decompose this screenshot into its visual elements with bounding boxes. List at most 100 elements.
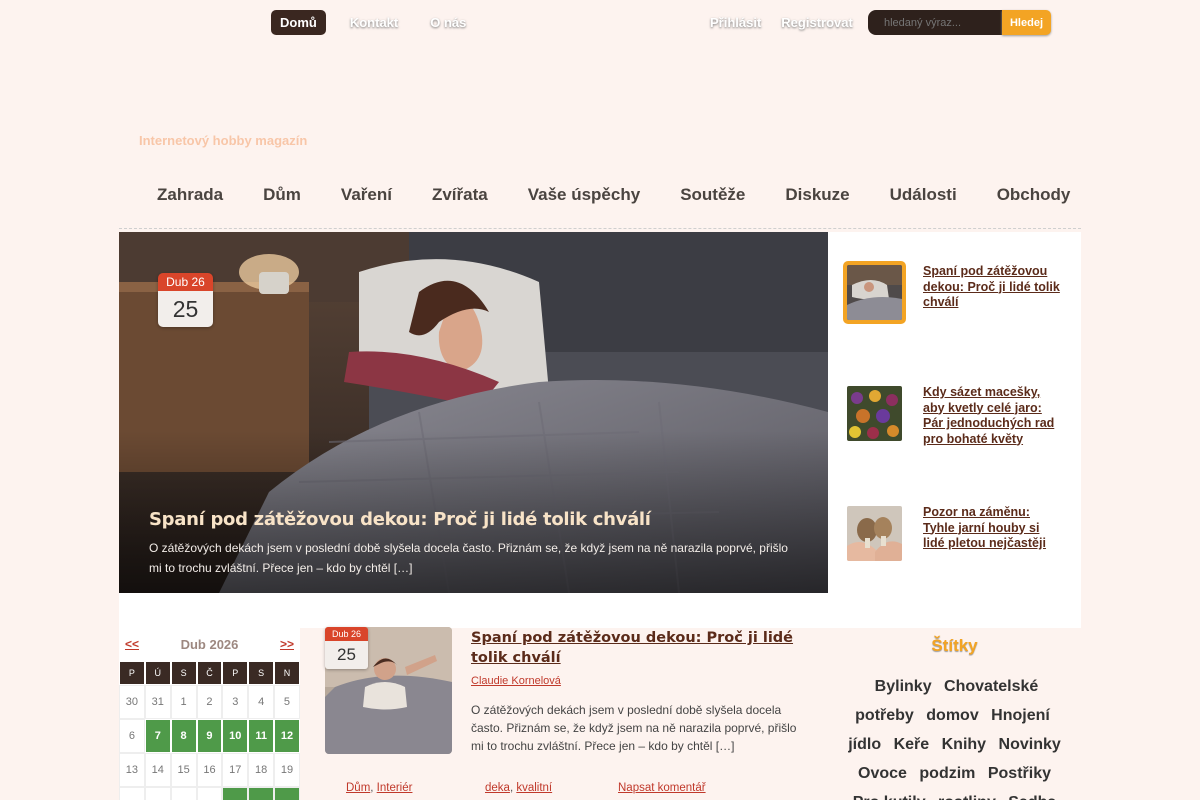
main-menu-item[interactable]: Diskuze bbox=[785, 185, 849, 228]
main-menu: Zahrada Dům Vaření Zvířata Vaše úspěchy Soutě… bbox=[119, 185, 1081, 229]
tag-cloud-link[interactable]: domov bbox=[926, 707, 978, 724]
calendar-day[interactable] bbox=[222, 787, 249, 800]
featured-title[interactable]: Kdy sázet macešky, aby kvetly celé jaro:… bbox=[923, 385, 1063, 447]
tag-link[interactable]: kvalitní bbox=[516, 782, 552, 794]
calendar-day: 18 bbox=[248, 753, 275, 787]
calendar-day[interactable] bbox=[274, 787, 300, 800]
calendar-day: 30 bbox=[119, 685, 145, 719]
main-menu-item[interactable]: Vaše úspěchy bbox=[528, 185, 640, 228]
hero-date-badge: Dub 26 25 bbox=[158, 273, 213, 327]
hero-bottom-strip bbox=[119, 593, 828, 628]
tag-cloud-link[interactable]: rostliny bbox=[938, 794, 996, 800]
calendar-month: Dub 2026 bbox=[180, 636, 239, 652]
tag-cloud-link[interactable]: jídlo bbox=[848, 736, 881, 753]
tag-cloud-link[interactable]: podzim bbox=[919, 765, 975, 782]
category-link[interactable]: Interiér bbox=[377, 782, 413, 794]
tags-widget: Štítky Bylinky Chovatelské potřeby domov… bbox=[828, 628, 1081, 800]
tag-cloud: Bylinky Chovatelské potřeby domov Hnojen… bbox=[828, 672, 1081, 800]
main-menu-item[interactable]: Obchody bbox=[997, 185, 1071, 228]
calendar-day: 19 bbox=[274, 753, 300, 787]
post-date-day: 25 bbox=[325, 641, 368, 669]
user-nav-item[interactable]: Registrovat bbox=[781, 15, 853, 30]
calendar-day bbox=[196, 787, 223, 800]
calendar-next-link[interactable]: >> bbox=[274, 637, 300, 651]
post-author-link[interactable]: Claudie Kornelová bbox=[471, 675, 561, 687]
calendar-day bbox=[144, 787, 171, 800]
post-date-badge: Dub 26 25 bbox=[325, 627, 368, 669]
main-menu-item[interactable]: Události bbox=[890, 185, 957, 228]
main-menu-item[interactable]: Soutěže bbox=[680, 185, 745, 228]
hero-title[interactable]: Spaní pod zátěžovou dekou: Proč ji lidé … bbox=[149, 509, 651, 530]
calendar-day: 4 bbox=[248, 685, 275, 719]
search-form: Hledej bbox=[868, 10, 1051, 35]
calendar-grid: P Ú S Č P S N 30 31 1 2 3 4 5 6 7 8 9 10 11 12 13 14 15 16 17 18 19 bbox=[119, 661, 300, 800]
calendar-day[interactable]: 7 bbox=[144, 719, 171, 753]
calendar-day: 15 bbox=[170, 753, 197, 787]
hero-excerpt: O zátěžových dekách jsem v poslední době… bbox=[149, 541, 788, 575]
calendar-day[interactable]: 11 bbox=[248, 719, 275, 753]
tag-cloud-link[interactable]: Pro kutily bbox=[853, 794, 926, 800]
user-nav-item[interactable]: Přihlásit bbox=[710, 15, 761, 30]
calendar-day: 6 bbox=[119, 719, 145, 753]
tag-cloud-link[interactable]: Keře bbox=[894, 736, 930, 753]
featured-item[interactable]: Spaní pod zátěžovou dekou: Proč ji lidé … bbox=[843, 261, 1063, 324]
tag-cloud-link[interactable]: Knihy bbox=[942, 736, 986, 753]
calendar-day bbox=[119, 787, 145, 800]
tags-title: Štítky bbox=[931, 636, 978, 655]
main-menu-item[interactable]: Dům bbox=[263, 185, 301, 228]
post-date-month: Dub 26 bbox=[325, 627, 368, 641]
top-nav-item[interactable]: O nás bbox=[430, 15, 466, 30]
calendar-weekday: Č bbox=[196, 661, 223, 685]
calendar-day bbox=[170, 787, 197, 800]
hero-date-day: 25 bbox=[158, 291, 213, 327]
user-nav: Přihlásit Registrovat bbox=[710, 15, 873, 30]
calendar-prev-link[interactable]: << bbox=[119, 637, 145, 651]
post-title[interactable]: Spaní pod zátěžovou dekou: Proč ji lidé … bbox=[471, 628, 801, 668]
featured-item[interactable]: Pozor na záměnu: Tyhle jarní houby si li… bbox=[843, 502, 1063, 565]
calendar-day: 3 bbox=[222, 685, 249, 719]
tag-cloud-link[interactable]: Ovoce bbox=[858, 765, 907, 782]
featured-title[interactable]: Spaní pod zátěžovou dekou: Proč ji lidé … bbox=[923, 264, 1063, 324]
search-input[interactable] bbox=[868, 10, 1002, 35]
calendar-day: 2 bbox=[196, 685, 223, 719]
calendar-weekday: Ú bbox=[144, 661, 171, 685]
comment-link[interactable]: Napsat komentář bbox=[618, 782, 706, 794]
mushrooms-thumb-icon[interactable] bbox=[843, 502, 906, 565]
calendar-day: 13 bbox=[119, 753, 145, 787]
calendar-day: 1 bbox=[170, 685, 197, 719]
post-comment: Napsat komentář bbox=[618, 780, 706, 796]
calendar-weekday: S bbox=[248, 661, 275, 685]
hero-date-month: Dub 26 bbox=[158, 273, 213, 291]
calendar-day[interactable]: 8 bbox=[170, 719, 197, 753]
top-nav-item[interactable]: Kontakt bbox=[350, 15, 398, 30]
tag-cloud-link[interactable]: Novinky bbox=[999, 736, 1061, 753]
featured-item[interactable]: Kdy sázet macešky, aby kvetly celé jaro:… bbox=[843, 382, 1063, 447]
calendar-weekday: S bbox=[170, 661, 197, 685]
tag-cloud-link[interactable]: Bylinky bbox=[875, 678, 932, 695]
calendar-day[interactable]: 10 bbox=[222, 719, 249, 753]
post-categories: Dům, Interiér bbox=[346, 782, 413, 794]
tag-cloud-link[interactable]: Sadba bbox=[1008, 794, 1056, 800]
top-nav-item[interactable]: Domů bbox=[271, 10, 326, 35]
calendar-day[interactable]: 9 bbox=[196, 719, 223, 753]
calendar-day[interactable] bbox=[248, 787, 275, 800]
post-excerpt: O zátěžových dekách jsem v poslední době… bbox=[471, 703, 797, 753]
sleeping-woman-thumb-icon[interactable] bbox=[843, 261, 906, 324]
search-button[interactable]: Hledej bbox=[1002, 10, 1051, 35]
main-menu-item[interactable]: Vaření bbox=[341, 185, 392, 228]
hero-slide[interactable]: Dub 26 25 Spaní pod zátěžovou dekou: Pro… bbox=[119, 232, 828, 593]
main-menu-item[interactable]: Zvířata bbox=[432, 185, 488, 228]
pansies-thumb-icon[interactable] bbox=[843, 382, 906, 445]
calendar-weekday: N bbox=[274, 661, 300, 685]
calendar-day: 14 bbox=[144, 753, 171, 787]
featured-list: Spaní pod zátěžovou dekou: Proč ji lidé … bbox=[828, 232, 1081, 628]
tag-cloud-link[interactable]: Hnojení bbox=[991, 707, 1050, 724]
category-link[interactable]: Dům bbox=[346, 782, 370, 794]
calendar-day[interactable]: 12 bbox=[274, 719, 300, 753]
calendar-day: 31 bbox=[144, 685, 171, 719]
main-menu-item[interactable]: Zahrada bbox=[157, 185, 223, 228]
tag-cloud-link[interactable]: Postřiky bbox=[988, 765, 1051, 782]
calendar-widget: << Dub 2026 >> P Ú S Č P S N 30 31 1 2 3 4 5 6 7 8 9 10 11 1… bbox=[119, 627, 300, 800]
tag-link[interactable]: deka bbox=[485, 782, 510, 794]
featured-title[interactable]: Pozor na záměnu: Tyhle jarní houby si li… bbox=[923, 505, 1063, 565]
